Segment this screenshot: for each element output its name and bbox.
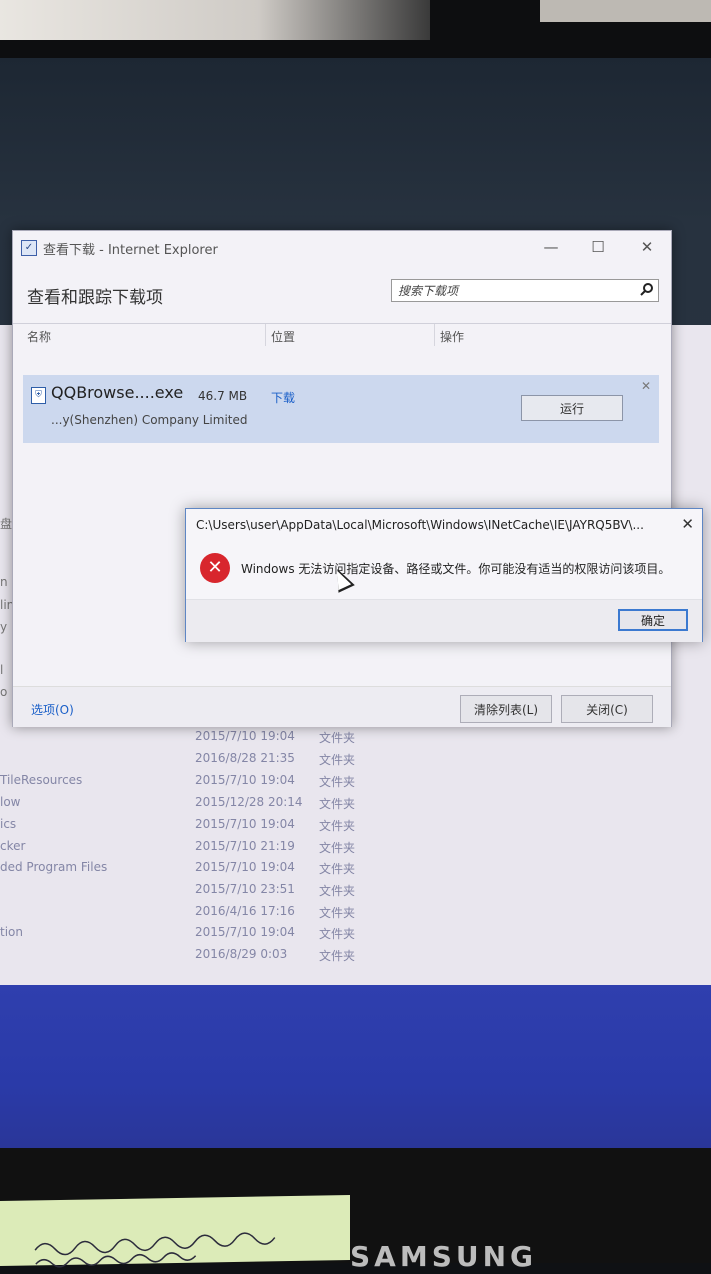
error-message: Windows 无法访问指定设备、路径或文件。你可能没有适当的权限访问该项目。: [241, 562, 671, 576]
list-item[interactable]: 2015/7/10 23:51 文件夹: [0, 882, 380, 904]
file-type: 文件夹: [319, 753, 356, 767]
file-type: 文件夹: [319, 906, 356, 920]
file-date: 2015/7/10 23:51: [195, 882, 295, 896]
window-titlebar[interactable]: ✓ 查看下载 - Internet Explorer — ☐ ✕: [13, 231, 671, 263]
list-item[interactable]: tion 2015/7/10 19:04 文件夹: [0, 925, 380, 947]
column-header-row: 名称 位置 操作: [13, 323, 671, 346]
file-type: 文件夹: [319, 862, 356, 876]
file-name: ded Program Files: [0, 860, 108, 874]
search-icon[interactable]: [640, 282, 654, 300]
column-divider[interactable]: [434, 324, 435, 346]
paper-on-monitor-right: [540, 0, 711, 22]
explorer-label: o: [0, 685, 8, 699]
error-dialog-footer: 确定: [186, 599, 702, 642]
error-icon: ✕: [200, 553, 230, 583]
run-button[interactable]: 运行: [521, 395, 623, 421]
list-item[interactable]: cker 2015/7/10 21:19 文件夹: [0, 839, 380, 861]
options-link[interactable]: 选项(O): [31, 701, 74, 718]
file-date: 2015/7/10 19:04: [195, 729, 295, 743]
explorer-label: n: [0, 575, 8, 589]
file-date: 2015/7/10 19:04: [195, 773, 295, 787]
explorer-label: y: [0, 620, 8, 634]
list-item[interactable]: TileResources 2015/7/10 19:04 文件夹: [0, 773, 380, 795]
file-date: 2016/8/28 21:35: [195, 751, 295, 765]
file-type: 文件夹: [319, 819, 356, 833]
executable-file-icon: ⛨: [31, 387, 46, 404]
file-date: 2015/7/10 19:04: [195, 817, 295, 831]
search-input[interactable]: [392, 280, 644, 301]
close-button[interactable]: 关闭(C): [561, 695, 653, 723]
maximize-icon[interactable]: ☐: [583, 236, 613, 258]
download-app-icon: ✓: [21, 240, 37, 256]
file-date: 2015/7/10 21:19: [195, 839, 295, 853]
desktop-background: [0, 985, 711, 1150]
list-item[interactable]: 2015/7/10 19:04 文件夹: [0, 729, 380, 751]
paper-on-monitor: [0, 0, 430, 40]
file-date: 2016/4/16 17:16: [195, 904, 295, 918]
remove-item-close-icon[interactable]: ✕: [641, 379, 651, 393]
file-type: 文件夹: [319, 797, 356, 811]
page-title: 查看和跟踪下载项: [27, 288, 163, 308]
close-icon[interactable]: ✕: [632, 236, 662, 258]
file-date: 2015/7/10 19:04: [195, 925, 295, 939]
file-name: TileResources: [0, 773, 83, 787]
error-dialog: C:\Users\user\AppData\Local\Microsoft\Wi…: [185, 508, 703, 642]
search-box[interactable]: [391, 279, 659, 302]
ok-button[interactable]: 确定: [618, 609, 688, 631]
clear-list-button[interactable]: 清除列表(L): [460, 695, 552, 723]
file-date: 2015/7/10 19:04: [195, 860, 295, 874]
error-dialog-close-icon[interactable]: ✕: [681, 515, 694, 533]
file-type: 文件夹: [319, 927, 356, 941]
file-type: 文件夹: [319, 841, 356, 855]
view-downloads-window: ✓ 查看下载 - Internet Explorer — ☐ ✕ 查看和跟踪下载…: [12, 230, 672, 727]
download-location-link[interactable]: 下载: [271, 389, 295, 406]
download-size: 46.7 MB: [198, 389, 248, 403]
monitor-brand-logo: SAMSUNG: [350, 1240, 538, 1273]
file-date: 2016/8/29 0:03: [195, 947, 288, 961]
window-title: 查看下载 - Internet Explorer: [43, 243, 218, 258]
download-list-item[interactable]: ⛨ QQBrowse....exe 46.7 MB 下载 ...y(Shenzh…: [23, 375, 659, 443]
error-dialog-title: C:\Users\user\AppData\Local\Microsoft\Wi…: [196, 518, 644, 532]
list-item[interactable]: ded Program Files 2015/7/10 19:04 文件夹: [0, 860, 380, 882]
file-type: 文件夹: [319, 731, 356, 745]
list-item[interactable]: 2016/8/28 21:35 文件夹: [0, 751, 380, 773]
explorer-label: l: [0, 663, 4, 677]
file-date: 2015/12/28 20:14: [195, 795, 303, 809]
file-type: 文件夹: [319, 884, 356, 898]
file-name: cker: [0, 839, 26, 853]
file-type: 文件夹: [319, 949, 356, 963]
file-type: 文件夹: [319, 775, 356, 789]
download-publisher: ...y(Shenzhen) Company Limited: [51, 413, 248, 427]
list-item[interactable]: ics 2015/7/10 19:04 文件夹: [0, 817, 380, 839]
download-filename: QQBrowse....exe: [51, 383, 184, 402]
column-divider[interactable]: [265, 324, 266, 346]
file-name: ics: [0, 817, 17, 831]
minimize-icon[interactable]: —: [536, 236, 566, 258]
file-name: low: [0, 795, 21, 809]
window-footer: 选项(O) 清除列表(L) 关闭(C): [13, 686, 671, 727]
column-header-name[interactable]: 名称: [27, 328, 51, 345]
file-name: tion: [0, 925, 23, 939]
explorer-label: 盘: [0, 517, 13, 531]
list-item[interactable]: 2016/8/29 0:03 文件夹: [0, 947, 380, 969]
list-item[interactable]: low 2015/12/28 20:14 文件夹: [0, 795, 380, 817]
list-item[interactable]: 2016/4/16 17:16 文件夹: [0, 904, 380, 926]
column-header-actions[interactable]: 操作: [440, 328, 464, 345]
column-header-location[interactable]: 位置: [271, 328, 295, 345]
